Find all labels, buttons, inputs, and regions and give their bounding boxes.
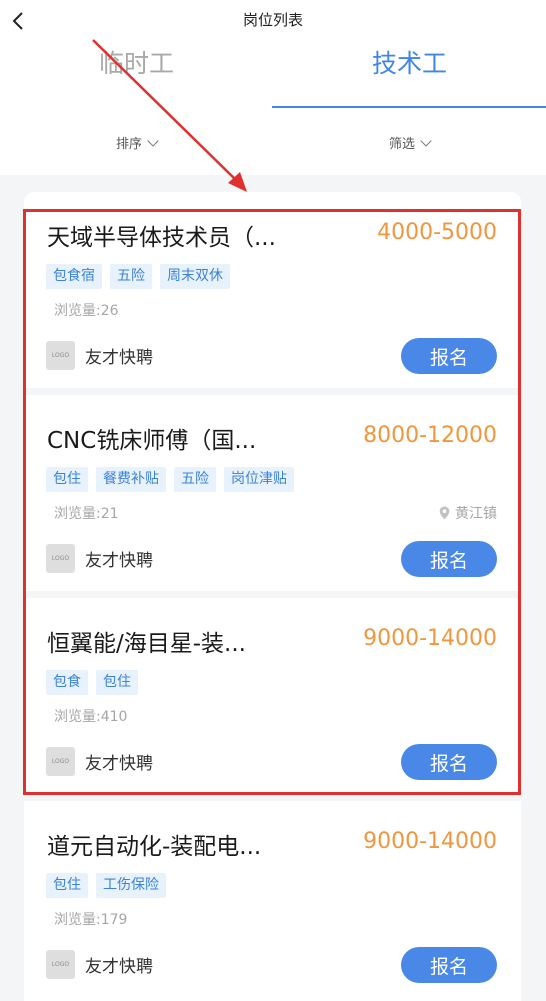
job-tag: 周末双休 [160, 264, 230, 289]
company-logo: LOGO [46, 544, 75, 573]
job-salary: 9000-14000 [363, 626, 497, 651]
sort-label: 排序 [115, 137, 142, 152]
job-card[interactable]: 恒翼能/海目星-装... 9000-14000 包食 包住 浏览量:410 LO… [24, 598, 521, 794]
job-card[interactable]: 天域半导体技术员（... 4000-5000 包食宿 五险 周末双休 浏览量:2… [24, 192, 521, 388]
apply-button[interactable]: 报名 [401, 338, 497, 374]
filter-label: 筛选 [388, 137, 415, 152]
job-tag: 工伤保险 [96, 873, 166, 898]
view-count: 浏览量:21 [54, 506, 119, 522]
active-tab-underline [272, 106, 546, 108]
job-tags: 包住 餐费补贴 五险 岗位津贴 [46, 467, 294, 492]
sort-dropdown[interactable]: 排序 [0, 133, 273, 152]
chevron-down-icon [420, 135, 432, 147]
company-name: 友才快聘 [85, 551, 153, 571]
view-count: 浏览量:179 [54, 912, 128, 928]
job-salary: 9000-14000 [363, 829, 497, 854]
job-title: 恒翼能/海目星-装... [47, 631, 246, 657]
job-tag: 包食 [46, 670, 88, 695]
page-title: 岗位列表 [242, 11, 303, 29]
job-tag: 岗位津贴 [224, 467, 294, 492]
company-logo: LOGO [46, 950, 75, 979]
apply-button[interactable]: 报名 [401, 947, 497, 983]
tab-technical-worker[interactable]: 技术工 [273, 44, 546, 80]
tab-temporary-worker[interactable]: 临时工 [0, 44, 273, 80]
job-tags: 包住 工伤保险 [46, 873, 166, 898]
job-location: 黄江镇 [439, 503, 497, 523]
logo-text: LOGO [51, 352, 70, 359]
job-tag: 五险 [110, 264, 152, 289]
job-tag: 五险 [174, 467, 216, 492]
company-logo: LOGO [46, 341, 75, 370]
job-title: 道元自动化-装配电... [47, 834, 262, 860]
logo-text: LOGO [51, 758, 70, 765]
company-logo: LOGO [46, 747, 75, 776]
location-text: 黄江镇 [455, 506, 497, 522]
apply-button[interactable]: 报名 [401, 541, 497, 577]
job-title: 天域半导体技术员（... [47, 225, 276, 251]
view-count: 浏览量:410 [54, 709, 128, 725]
chevron-down-icon [147, 135, 159, 147]
job-salary: 4000-5000 [377, 220, 497, 245]
job-card[interactable]: 道元自动化-装配电... 9000-14000 包住 工伤保险 浏览量:179 … [24, 801, 521, 1001]
apply-button[interactable]: 报名 [401, 744, 497, 780]
job-tag: 包住 [96, 670, 138, 695]
job-tag: 餐费补贴 [96, 467, 166, 492]
job-tag: 包食宿 [46, 264, 102, 289]
filter-dropdown[interactable]: 筛选 [273, 133, 546, 152]
job-salary: 8000-12000 [363, 423, 497, 448]
logo-text: LOGO [51, 961, 70, 968]
job-tag: 包住 [46, 467, 88, 492]
job-card[interactable]: CNC铣床师傅（国... 8000-12000 包住 餐费补贴 五险 岗位津贴 … [24, 395, 521, 591]
top-header: 岗位列表 临时工 技术工 排序 筛选 [0, 0, 546, 175]
job-tag: 包住 [46, 873, 88, 898]
job-title: CNC铣床师傅（国... [47, 428, 257, 454]
job-tags: 包食 包住 [46, 670, 138, 695]
location-pin-icon [439, 506, 450, 520]
view-count: 浏览量:26 [54, 303, 119, 319]
company-name: 友才快聘 [85, 348, 153, 368]
company-name: 友才快聘 [85, 754, 153, 774]
job-tags: 包食宿 五险 周末双休 [46, 264, 230, 289]
logo-text: LOGO [51, 555, 70, 562]
